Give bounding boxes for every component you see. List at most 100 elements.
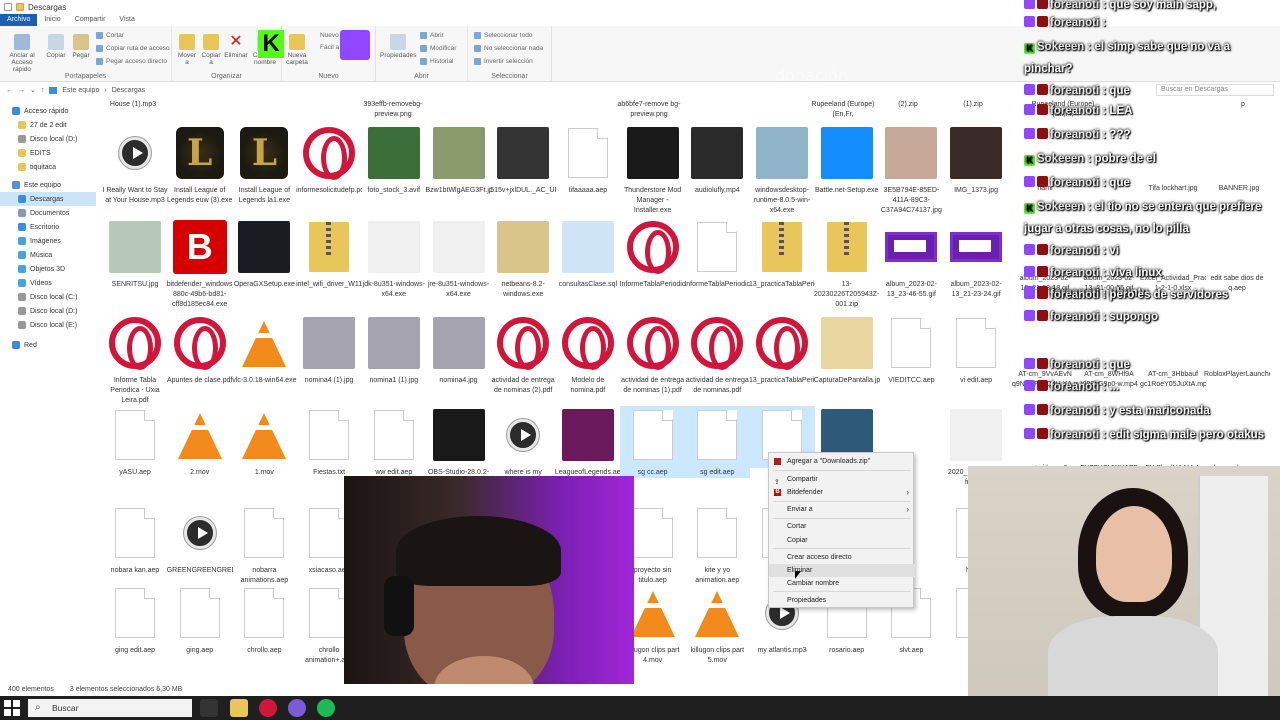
file-item[interactable]: nobara kan.aep bbox=[102, 504, 168, 576]
file-item[interactable]: Apuntes de clase.pdf bbox=[167, 314, 233, 386]
paste-shortcut-button[interactable]: Pegar acceso directo bbox=[96, 58, 167, 65]
file-item[interactable]: vi edit.aep bbox=[943, 314, 1009, 386]
menu-item-cut[interactable]: Cortar bbox=[769, 520, 915, 533]
discord-icon[interactable] bbox=[288, 699, 306, 717]
file-caption[interactable]: (1).zip bbox=[940, 100, 1006, 110]
quick-access-icon[interactable] bbox=[4, 3, 12, 11]
file-item[interactable]: nomina4.jpg bbox=[426, 314, 492, 386]
file-item[interactable]: InformeTablaPeriodica.docx bbox=[684, 218, 750, 290]
file-item[interactable]: Fiestas.txt bbox=[296, 406, 362, 478]
sidebar-item[interactable]: Disco local (C:) bbox=[0, 290, 96, 304]
history-button[interactable]: Historial bbox=[420, 58, 453, 65]
open-button[interactable]: Abrir bbox=[420, 32, 444, 39]
spotify-icon[interactable] bbox=[317, 699, 335, 717]
menu-item-delete[interactable]: Eliminar bbox=[769, 564, 915, 577]
file-item[interactable]: 2.mov bbox=[167, 406, 233, 478]
file-item[interactable]: windowsdesktop-runtime-8.0.5-win-x64.exe bbox=[749, 124, 815, 216]
file-explorer-icon[interactable] bbox=[230, 699, 248, 717]
file-caption[interactable]: 393effb-removebg-preview.png bbox=[360, 100, 426, 119]
file-item[interactable]: OperaGXSetup.exe bbox=[231, 218, 297, 290]
file-caption[interactable]: Rupeeland (Europe) (En,Fr, bbox=[810, 100, 876, 119]
file-item[interactable]: nomina1 (1).jpg bbox=[361, 314, 427, 386]
file-item[interactable]: CapturaDePantalla.jpg bbox=[814, 314, 880, 386]
breadcrumb-pc[interactable]: Este equipo bbox=[62, 87, 99, 94]
opera-icon[interactable] bbox=[259, 699, 277, 717]
sidebar-item[interactable]: Este equipo bbox=[0, 178, 96, 192]
file-item[interactable]: 13_practicaTablaPeriodicaParteUNO.pdf bbox=[749, 314, 815, 386]
modify-button[interactable]: Modificar bbox=[420, 45, 456, 52]
file-item[interactable]: ww edit.aep bbox=[361, 406, 427, 478]
taskbar-search[interactable]: ⌕ Buscar bbox=[28, 699, 192, 717]
sidebar-item[interactable]: Documentos bbox=[0, 206, 96, 220]
file-item[interactable]: 1.mov bbox=[231, 406, 297, 478]
file-item[interactable]: Thunderstore Mod Manager - Installer.exe bbox=[620, 124, 686, 216]
cut-button[interactable]: Cortar bbox=[96, 32, 124, 39]
menu-item-share[interactable]: ⇪ Compartir bbox=[769, 473, 915, 486]
sidebar-item[interactable]: Vídeos bbox=[0, 276, 96, 290]
file-caption[interactable]: (2).zip bbox=[875, 100, 941, 110]
file-item[interactable]: actividad de entrega de nominas.pdf bbox=[684, 314, 750, 396]
new-item-button[interactable]: Nuevo bbox=[320, 32, 339, 39]
file-item[interactable]: Bbitdefender_windows_57c53846-880c-49b6-… bbox=[167, 218, 233, 310]
file-item[interactable]: 13_practicaTablaPeriodicaParteDOS.zip bbox=[749, 218, 815, 290]
menu-item-add-zip[interactable]: Agregar a "Downloads.zip" bbox=[769, 455, 915, 468]
move-to-button[interactable]: Mover a bbox=[176, 34, 198, 66]
paste-button[interactable]: Pegar bbox=[70, 34, 92, 59]
file-item[interactable]: Informe Tabla Periodica - Uxia Leira.pdf bbox=[102, 314, 168, 406]
file-item[interactable]: 3E5B794E-85ED-411A-89C3-C37A94C74137.jpg bbox=[878, 124, 944, 216]
file-item[interactable]: ging edit.aep bbox=[102, 584, 168, 656]
file-item[interactable]: album_2023-02-13_23-46-55.gif bbox=[878, 218, 944, 300]
file-item[interactable]: Battle.net-Setup.exe bbox=[814, 124, 880, 196]
menu-item-send-to[interactable]: Enviar a › bbox=[769, 503, 915, 516]
file-item[interactable]: L Install League of Legends euw (3).exe bbox=[167, 124, 233, 206]
sidebar-item[interactable]: Escritorio bbox=[0, 220, 96, 234]
file-item[interactable]: I Really Want to Stay at Your House.mp3 bbox=[102, 124, 168, 206]
file-item[interactable]: GREENGREENGREEN.mp3 bbox=[167, 504, 233, 576]
sidebar-item[interactable]: tiquitaca bbox=[0, 160, 96, 174]
sidebar-item[interactable]: Disco local (E:) bbox=[0, 318, 96, 332]
sidebar-item[interactable]: Descargas bbox=[0, 192, 96, 206]
sidebar-item[interactable]: Red bbox=[0, 338, 96, 352]
copy-to-button[interactable]: Copiar a bbox=[200, 34, 222, 66]
file-item[interactable]: VIEDITCC.aep bbox=[878, 314, 944, 386]
forward-arrow-icon[interactable]: → bbox=[18, 87, 25, 94]
select-all-button[interactable]: Seleccionar todo bbox=[474, 32, 532, 39]
file-item[interactable]: foto_stock_3.avif bbox=[361, 124, 427, 196]
file-item[interactable]: Bzw1btWlgAEG3Ft.jpg bbox=[426, 124, 492, 196]
sidebar-item[interactable]: Disco local (D:) bbox=[0, 304, 96, 318]
file-item[interactable]: vlc-3.0.18-win64.exe bbox=[231, 314, 297, 386]
properties-button[interactable]: Propiedades bbox=[380, 34, 417, 59]
task-view-icon[interactable] bbox=[200, 699, 218, 717]
file-item[interactable]: netbeans-8.2-windows.exe bbox=[490, 218, 556, 300]
file-item[interactable]: intel_wifi_driver_W11.zip bbox=[296, 218, 362, 290]
file-item[interactable]: IMG_1373.jpg bbox=[943, 124, 1009, 196]
file-item[interactable]: informesolicitudefp.pdf bbox=[296, 124, 362, 196]
file-item[interactable]: jdk-8u351-windows-x64.exe bbox=[361, 218, 427, 300]
tab-vista[interactable]: Vista bbox=[112, 14, 141, 26]
file-item[interactable]: LeagueofLegends.aep bbox=[555, 406, 621, 478]
file-item[interactable]: killugon clips part 5.mov bbox=[684, 584, 750, 666]
pin-button[interactable]: Anclar al Acceso rápido bbox=[4, 34, 40, 73]
sidebar-item[interactable]: Imágenes bbox=[0, 234, 96, 248]
chevron-down-icon[interactable]: ⌄ bbox=[30, 86, 36, 94]
back-arrow-icon[interactable]: ← bbox=[6, 87, 13, 94]
sidebar-item[interactable]: 27 de 2 edit bbox=[0, 118, 96, 132]
file-item[interactable]: SENRITSU.jpg bbox=[102, 218, 168, 290]
up-arrow-icon[interactable]: ↑ bbox=[41, 87, 45, 94]
tab-archivo[interactable]: Archivo bbox=[0, 14, 38, 26]
sidebar-item[interactable]: Música bbox=[0, 248, 96, 262]
sidebar-item[interactable]: EDITS bbox=[0, 146, 96, 160]
menu-item-rename[interactable]: Cambiar nombre bbox=[769, 577, 915, 590]
sidebar-item[interactable]: Acceso rápido bbox=[0, 104, 96, 118]
sidebar-item[interactable]: Disco local (D:) bbox=[0, 132, 96, 146]
windows-icon[interactable] bbox=[4, 700, 20, 716]
menu-item-create-shortcut[interactable]: Crear acceso directo bbox=[769, 551, 915, 564]
menu-item-properties[interactable]: Propiedades bbox=[769, 594, 915, 607]
file-item[interactable]: ging.aep bbox=[167, 584, 233, 656]
easy-access-button[interactable]: Fácil a bbox=[320, 44, 339, 51]
file-item[interactable]: 13-20230226T205943Z-001.zip bbox=[814, 218, 880, 310]
tab-inicio[interactable]: Inicio bbox=[37, 14, 67, 26]
file-item[interactable]: jre-8u351-windows-x64.exe bbox=[426, 218, 492, 300]
file-item[interactable]: actividad de entrega de nominas (2).pdf bbox=[490, 314, 556, 396]
file-caption[interactable]: ab6bfe7-remove bg-preview.png bbox=[616, 100, 682, 119]
